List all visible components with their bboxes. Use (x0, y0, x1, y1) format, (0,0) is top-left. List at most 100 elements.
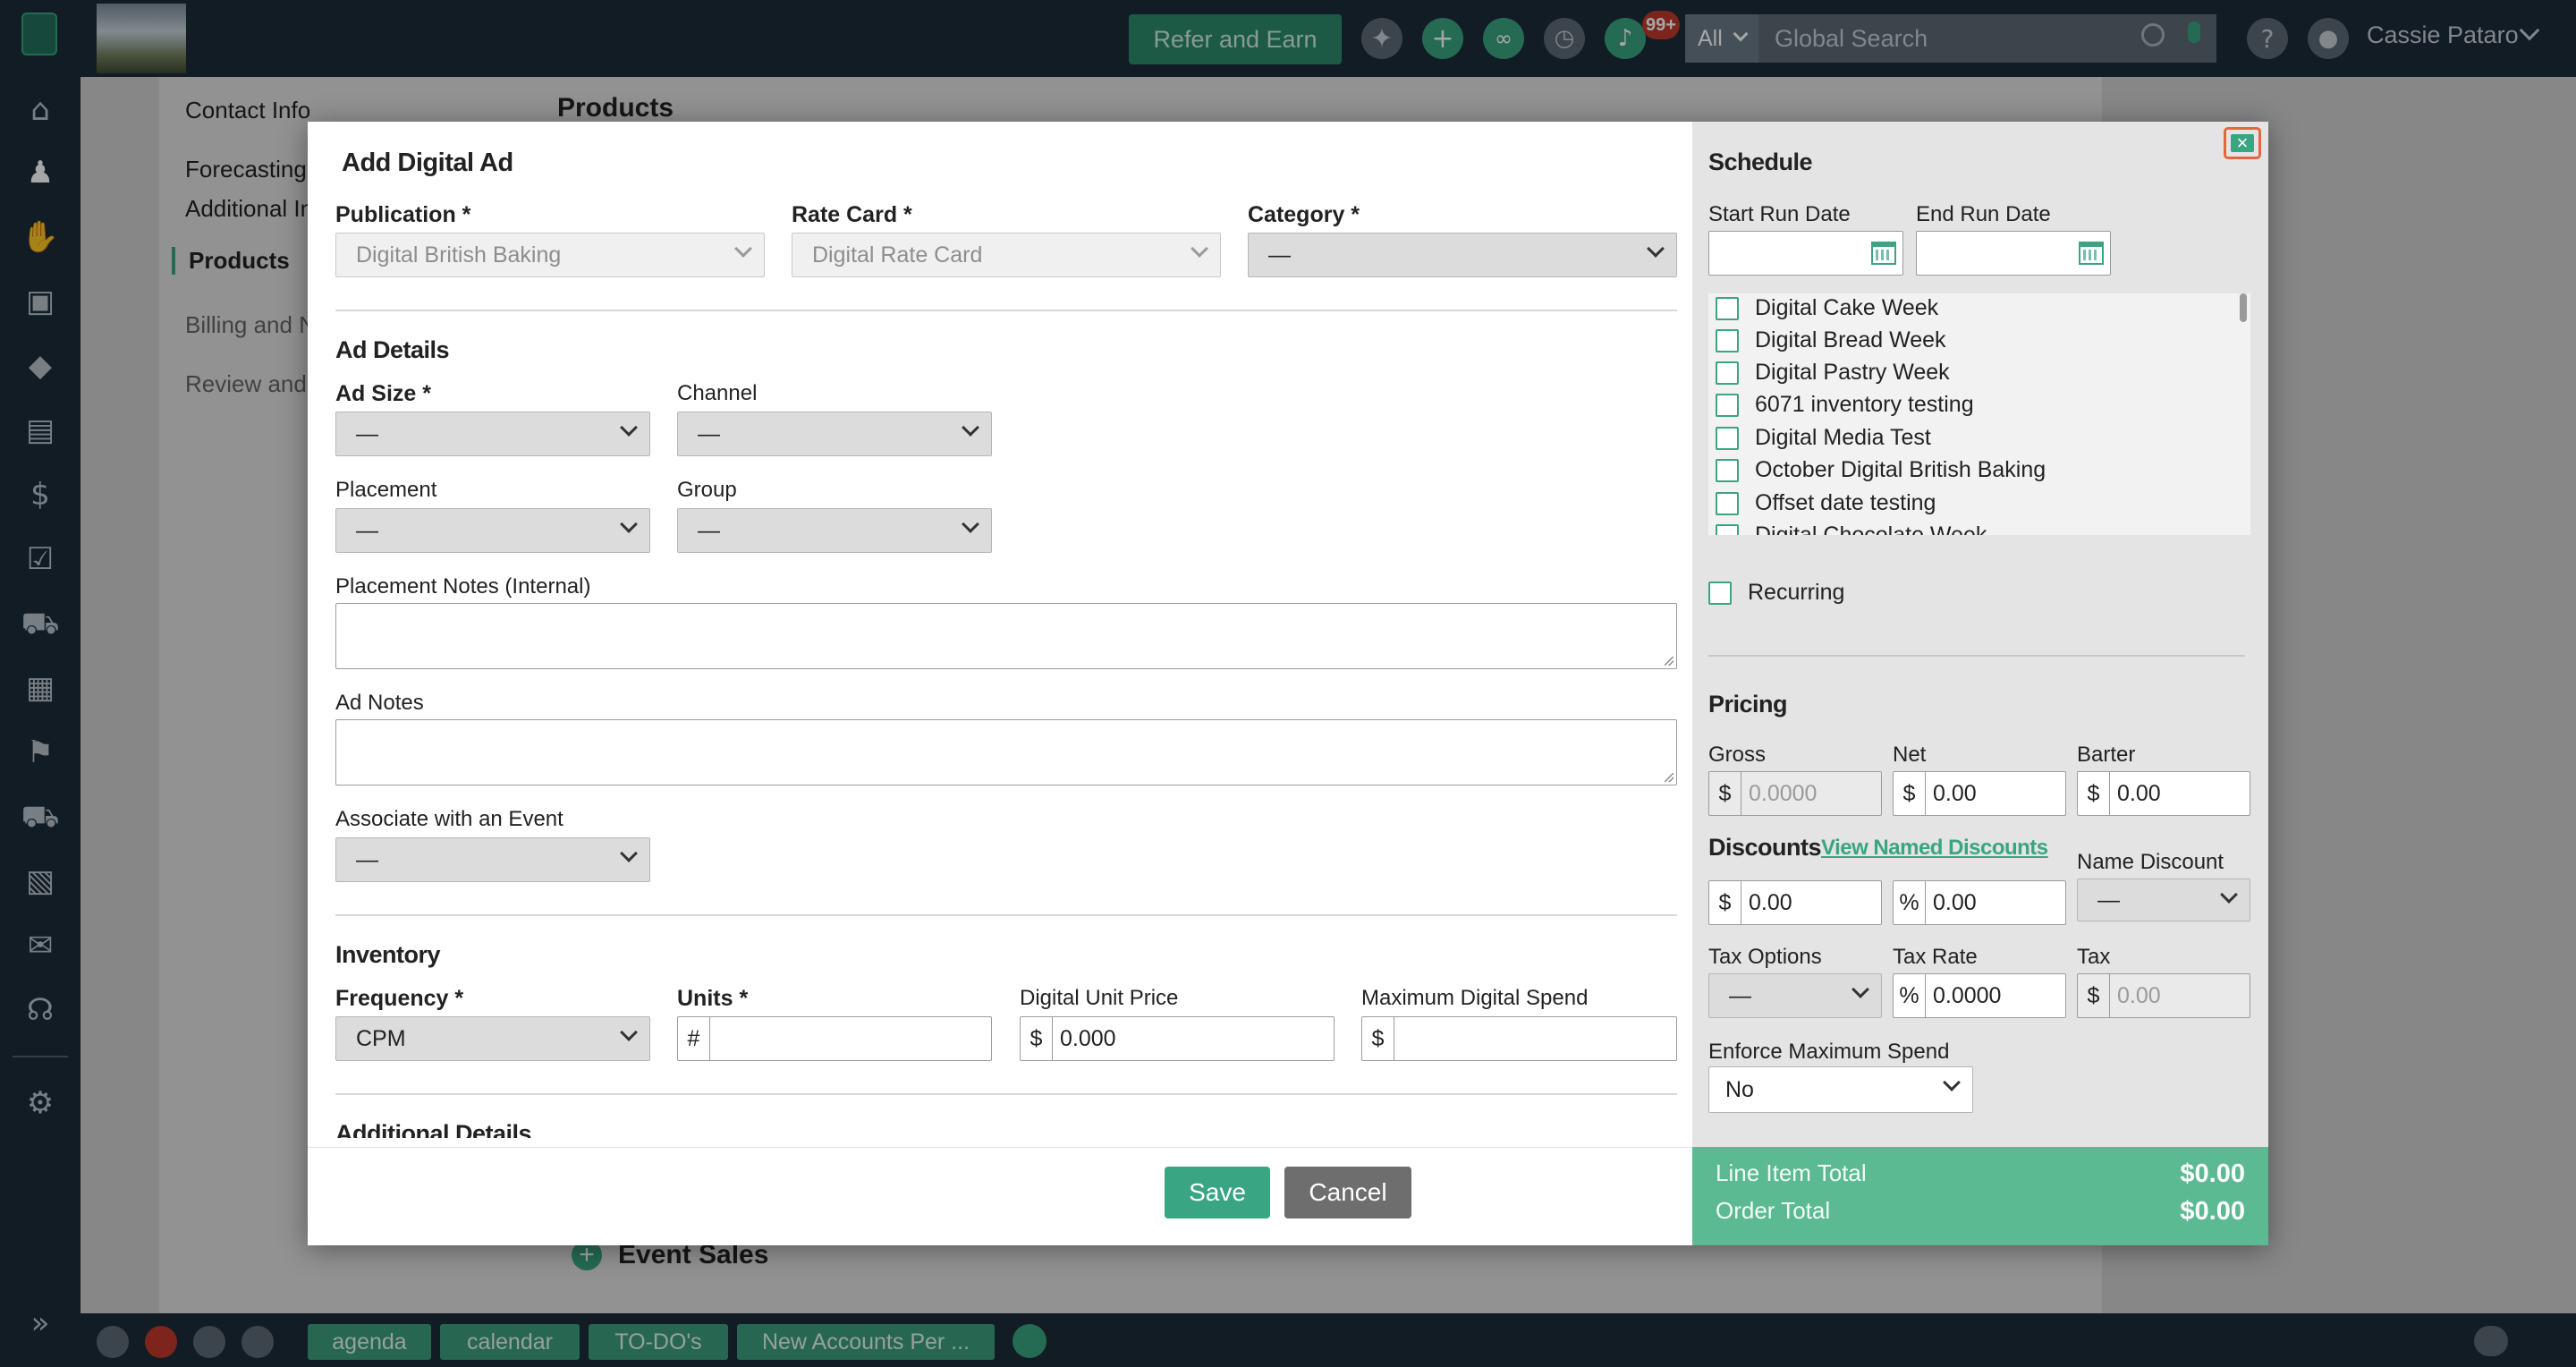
units-input[interactable]: # (677, 1016, 992, 1061)
close-button[interactable]: × (2224, 127, 2261, 159)
gross-value: 0.0000 (1749, 780, 1818, 806)
frequency-select[interactable]: CPM (335, 1016, 650, 1061)
rate-card-value: Digital Rate Card (812, 242, 983, 267)
chevron-down-icon (962, 515, 979, 533)
chevron-down-icon (2220, 886, 2238, 904)
issue-item[interactable]: Digital Media Test (1716, 425, 1931, 451)
issue-item[interactable]: Digital Bread Week (1716, 327, 1946, 353)
unit-price-input[interactable]: $0.000 (1020, 1016, 1335, 1061)
issue-item[interactable]: October Digital British Baking (1716, 457, 2046, 483)
group-select[interactable]: — (677, 508, 992, 553)
channel-select[interactable]: — (677, 412, 992, 456)
issue-label: Digital Chocolate Week (1755, 522, 1987, 535)
issue-checkbox[interactable] (1716, 328, 1739, 352)
placement-select[interactable]: — (335, 508, 650, 553)
start-calendar-icon[interactable] (1871, 242, 1896, 265)
end-calendar-icon[interactable] (2079, 242, 2104, 265)
section-divider (1708, 655, 2245, 657)
issue-checkbox[interactable] (1716, 523, 1739, 535)
discount-percent-input[interactable]: % 0.00 (1893, 880, 2066, 925)
chevron-down-icon (1943, 1074, 1961, 1091)
close-icon: × (2231, 133, 2254, 153)
publication-select[interactable]: Digital British Baking (335, 233, 765, 277)
section-divider (335, 914, 1677, 916)
group-value: — (698, 517, 720, 543)
barter-prefix: $ (2078, 772, 2110, 815)
event-select[interactable]: — (335, 837, 650, 882)
tax-label: Tax (2077, 945, 2111, 969)
totals-panel: Line Item Total $0.00 Order Total $0.00 (1692, 1147, 2268, 1245)
cancel-button[interactable]: Cancel (1284, 1167, 1411, 1218)
ad-size-label: Ad Size * (335, 381, 431, 406)
tax-options-select[interactable]: — (1708, 973, 1882, 1018)
discount-amount-value: 0.00 (1749, 889, 1792, 915)
publication-label: Publication * (335, 202, 471, 227)
tax-prefix: $ (2078, 974, 2110, 1017)
order-total-label: Order Total (1716, 1197, 1831, 1224)
group-label: Group (677, 478, 737, 502)
issue-label: Digital Cake Week (1755, 295, 1939, 320)
event-label: Associate with an Event (335, 807, 564, 831)
barter-label: Barter (2077, 743, 2136, 767)
issue-checkbox[interactable] (1716, 491, 1739, 515)
placement-notes-textarea[interactable] (335, 603, 1677, 669)
max-spend-input[interactable]: $ (1361, 1016, 1677, 1061)
section-divider (335, 310, 1677, 311)
issue-item[interactable]: Digital Chocolate Week (1716, 522, 1987, 535)
tax-rate-label: Tax Rate (1893, 945, 1978, 969)
publication-value: Digital British Baking (356, 242, 562, 267)
issue-checkbox[interactable] (1716, 296, 1739, 320)
end-run-date-label: End Run Date (1916, 202, 2051, 226)
view-named-discounts-link[interactable]: View Named Discounts (1821, 836, 2048, 861)
issue-checkbox[interactable] (1716, 458, 1739, 482)
barter-input[interactable]: $0.00 (2077, 771, 2250, 816)
line-item-total-label: Line Item Total (1716, 1159, 1867, 1186)
net-value: 0.00 (1933, 780, 1977, 806)
tax-options-value: — (1729, 982, 1751, 1008)
recurring-checkbox[interactable] (1708, 581, 1732, 605)
net-input[interactable]: $0.00 (1893, 771, 2066, 816)
recurring-toggle[interactable]: Recurring (1708, 580, 1844, 606)
ad-size-select[interactable]: — (335, 412, 650, 456)
name-discount-label: Name Discount (2077, 850, 2224, 874)
issue-list-scrollbar[interactable] (2240, 293, 2247, 322)
inventory-heading: Inventory (335, 941, 441, 968)
rate-card-label: Rate Card * (792, 202, 912, 227)
placement-notes-label: Placement Notes (Internal) (335, 574, 591, 599)
name-discount-select[interactable]: — (2077, 879, 2250, 921)
rate-card-select[interactable]: Digital Rate Card (792, 233, 1221, 277)
issue-checkbox[interactable] (1716, 361, 1739, 385)
chevron-down-icon (1191, 240, 1208, 258)
chevron-down-icon (620, 515, 638, 533)
channel-value: — (698, 420, 720, 446)
issue-checkbox[interactable] (1716, 393, 1739, 417)
gross-input: $0.0000 (1708, 771, 1882, 816)
issue-list[interactable]: Digital Cake Week Digital Bread Week Dig… (1708, 293, 2250, 535)
issue-checkbox[interactable] (1716, 426, 1739, 450)
issue-item[interactable]: 6071 inventory testing (1716, 392, 1974, 418)
discount-percent-value: 0.00 (1933, 889, 1977, 915)
issue-label: Digital Media Test (1755, 425, 1931, 450)
gross-prefix: $ (1709, 772, 1741, 815)
ad-notes-textarea[interactable] (335, 719, 1677, 785)
units-label: Units * (677, 986, 749, 1011)
discounts-heading: Discounts (1708, 834, 1822, 861)
issue-item[interactable]: Digital Pastry Week (1716, 360, 1950, 386)
category-value: — (1268, 242, 1291, 267)
discount-percent-prefix: % (1894, 881, 1926, 924)
pricing-heading: Pricing (1708, 691, 1788, 717)
tax-value: 0.00 (2117, 982, 2161, 1008)
unit-price-prefix: $ (1021, 1017, 1053, 1060)
issue-item[interactable]: Offset date testing (1716, 490, 1936, 516)
issue-label: October Digital British Baking (1755, 457, 2046, 482)
chevron-down-icon (620, 419, 638, 437)
save-button[interactable]: Save (1165, 1167, 1270, 1218)
discount-amount-input[interactable]: $0.00 (1708, 880, 1882, 925)
tax-rate-value: 0.0000 (1933, 982, 2002, 1008)
issue-item[interactable]: Digital Cake Week (1716, 295, 1938, 321)
tax-rate-input[interactable]: % 0.0000 (1893, 973, 2066, 1018)
enforce-max-spend-select[interactable]: No (1708, 1066, 1973, 1113)
category-select[interactable]: — (1248, 233, 1677, 277)
max-spend-label: Maximum Digital Spend (1361, 986, 1589, 1010)
additional-details-heading: Additional Details (335, 1120, 532, 1138)
